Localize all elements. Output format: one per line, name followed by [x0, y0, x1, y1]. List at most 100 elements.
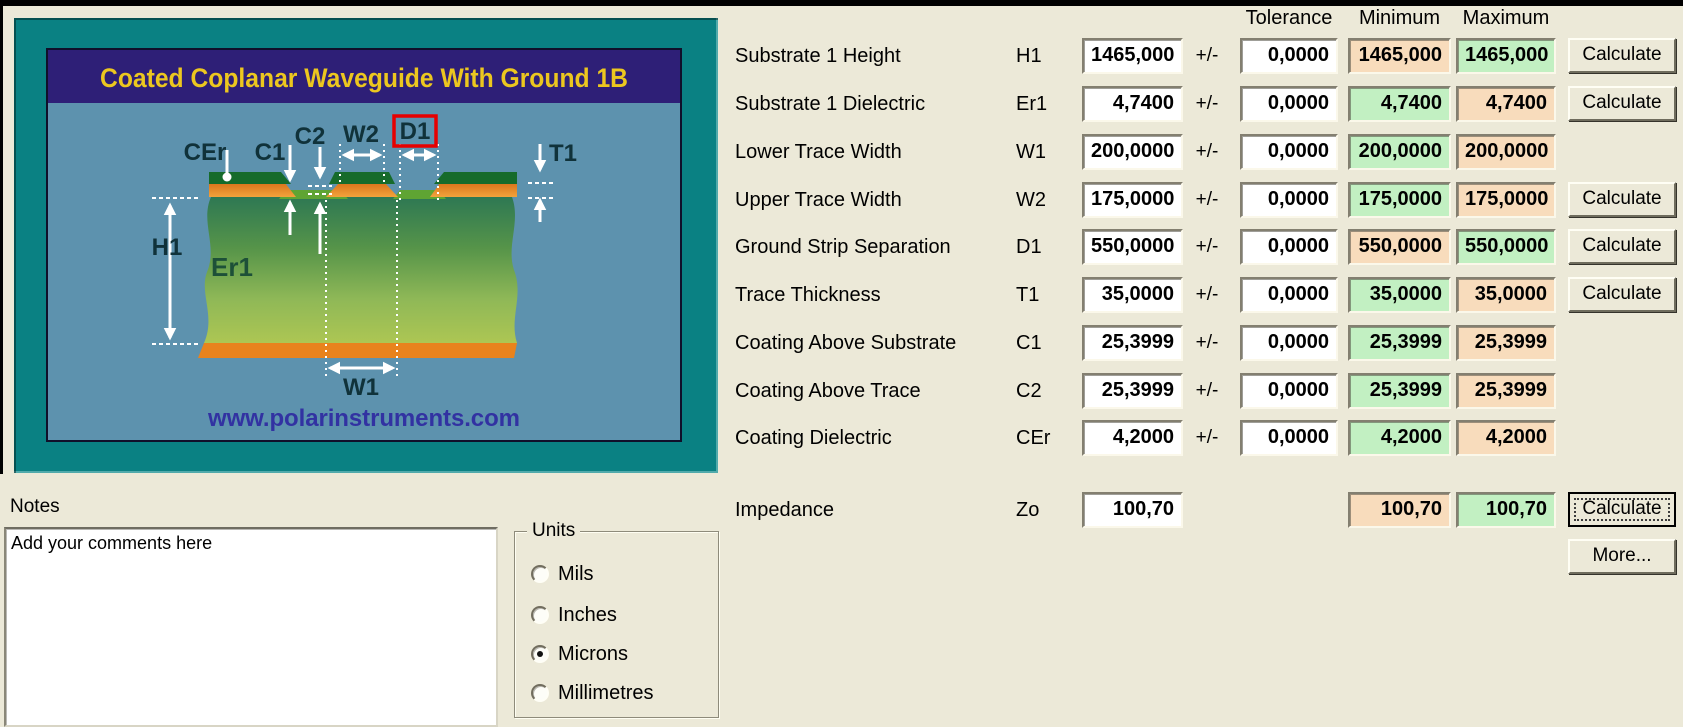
maximum-field[interactable]: 4,2000: [1456, 420, 1556, 456]
plus-minus-label: +/-: [1186, 38, 1228, 74]
plus-minus-label: +/-: [1186, 420, 1228, 456]
unit-option-label: Microns: [558, 643, 628, 665]
notes-label: Notes: [10, 496, 60, 518]
minimum-column-header: Minimum: [1348, 7, 1451, 30]
parameter-value-field[interactable]: 25,3999: [1082, 325, 1183, 361]
maximum-field[interactable]: 550,0000: [1456, 229, 1556, 265]
calculate-button[interactable]: Calculate: [1568, 182, 1676, 217]
parameter-label: Ground Strip Separation: [735, 229, 1010, 265]
parameter-value-field[interactable]: 25,3999: [1082, 373, 1183, 409]
cer-pointer-dot: [223, 173, 232, 182]
plus-minus-label: +/-: [1186, 229, 1228, 265]
parameter-value-field[interactable]: 175,0000: [1082, 182, 1183, 218]
minimum-field[interactable]: 25,3999: [1348, 325, 1451, 361]
tolerance-field[interactable]: 0,0000: [1240, 229, 1338, 265]
parameter-value-field[interactable]: 4,2000: [1082, 420, 1183, 456]
impedance-calculate-button[interactable]: Calculate: [1568, 492, 1676, 527]
impedance-label: Impedance: [735, 492, 1010, 528]
notes-textarea[interactable]: Add your comments here: [4, 527, 498, 727]
more-button[interactable]: More...: [1568, 539, 1676, 574]
parameter-value-field[interactable]: 550,0000: [1082, 229, 1183, 265]
units-caption: Units: [527, 520, 580, 542]
parameter-value-field[interactable]: 1465,000: [1082, 38, 1183, 74]
minimum-field[interactable]: 175,0000: [1348, 182, 1451, 218]
radio-icon[interactable]: [531, 684, 549, 702]
plus-minus-label: +/-: [1186, 373, 1228, 409]
impedance-symbol: Zo: [1016, 492, 1071, 528]
impedance-maximum-field[interactable]: 100,70: [1456, 492, 1556, 528]
parameter-symbol: W1: [1016, 134, 1071, 170]
parameter-row-er1: Substrate 1 DielectricEr14,7400+/-0,0000…: [0, 86, 1683, 122]
calculate-button[interactable]: Calculate: [1568, 277, 1676, 312]
parameter-symbol: T1: [1016, 277, 1071, 313]
parameter-symbol: Er1: [1016, 86, 1071, 122]
parameter-symbol: D1: [1016, 229, 1071, 265]
maximum-field[interactable]: 35,0000: [1456, 277, 1556, 313]
minimum-field[interactable]: 4,2000: [1348, 420, 1451, 456]
plus-minus-label: +/-: [1186, 277, 1228, 313]
plus-minus-label: +/-: [1186, 325, 1228, 361]
parameter-row-w2: Upper Trace WidthW2175,0000+/-0,0000175,…: [0, 182, 1683, 218]
minimum-field[interactable]: 1465,000: [1348, 38, 1451, 74]
parameter-symbol: C2: [1016, 373, 1071, 409]
radio-icon[interactable]: [531, 565, 549, 583]
unit-option-label: Mils: [558, 563, 594, 585]
impedance-minimum-field[interactable]: 100,70: [1348, 492, 1451, 528]
units-groupbox: Units MilsInchesMicronsMillimetres: [514, 531, 719, 718]
parameter-symbol: CEr: [1016, 420, 1071, 456]
maximum-field[interactable]: 1465,000: [1456, 38, 1556, 74]
tolerance-field[interactable]: 0,0000: [1240, 277, 1338, 313]
maximum-field[interactable]: 25,3999: [1456, 325, 1556, 361]
minimum-field[interactable]: 4,7400: [1348, 86, 1451, 122]
tolerance-field[interactable]: 0,0000: [1240, 38, 1338, 74]
parameter-label: Lower Trace Width: [735, 134, 1010, 170]
parameter-label: Upper Trace Width: [735, 182, 1010, 218]
tolerance-field[interactable]: 0,0000: [1240, 420, 1338, 456]
minimum-field[interactable]: 25,3999: [1348, 373, 1451, 409]
tolerance-field[interactable]: 0,0000: [1240, 134, 1338, 170]
parameter-label: Coating Above Substrate: [735, 325, 1010, 361]
plus-minus-label: +/-: [1186, 182, 1228, 218]
radio-selected-icon[interactable]: [531, 645, 549, 663]
plus-minus-label: +/-: [1186, 86, 1228, 122]
parameter-row-c2: Coating Above TraceC225,3999+/-0,000025,…: [0, 373, 1683, 409]
maximum-field[interactable]: 200,0000: [1456, 134, 1556, 170]
parameter-row-c1: Coating Above SubstrateC125,3999+/-0,000…: [0, 325, 1683, 361]
parameter-value-field[interactable]: 200,0000: [1082, 134, 1183, 170]
maximum-field[interactable]: 175,0000: [1456, 182, 1556, 218]
calculate-button[interactable]: Calculate: [1568, 38, 1676, 73]
impedance-value-field[interactable]: 100,70: [1082, 492, 1183, 528]
maximum-field[interactable]: 4,7400: [1456, 86, 1556, 122]
calculate-button[interactable]: Calculate: [1568, 86, 1676, 121]
parameter-row-cer: Coating DielectricCEr4,2000+/-0,00004,20…: [0, 420, 1683, 456]
parameter-value-field[interactable]: 35,0000: [1082, 277, 1183, 313]
tolerance-field[interactable]: 0,0000: [1240, 86, 1338, 122]
plus-minus-label: +/-: [1186, 134, 1228, 170]
impedance-calculator-window: { "diagram": { "title": "Coated Coplanar…: [0, 0, 1683, 727]
minimum-field[interactable]: 200,0000: [1348, 134, 1451, 170]
maximum-field[interactable]: 25,3999: [1456, 373, 1556, 409]
unit-option-label: Inches: [558, 604, 617, 626]
tolerance-column-header: Tolerance: [1240, 7, 1338, 30]
minimum-field[interactable]: 550,0000: [1348, 229, 1451, 265]
maximum-column-header: Maximum: [1456, 7, 1556, 30]
calculate-button[interactable]: Calculate: [1568, 229, 1676, 264]
tolerance-field[interactable]: 0,0000: [1240, 373, 1338, 409]
parameter-row-d1: Ground Strip SeparationD1550,0000+/-0,00…: [0, 229, 1683, 265]
parameter-label: Substrate 1 Height: [735, 38, 1010, 74]
parameter-label: Trace Thickness: [735, 277, 1010, 313]
parameter-symbol: C1: [1016, 325, 1071, 361]
radio-icon[interactable]: [531, 606, 549, 624]
tolerance-field[interactable]: 0,0000: [1240, 325, 1338, 361]
parameter-value-field[interactable]: 4,7400: [1082, 86, 1183, 122]
parameter-label: Coating Dielectric: [735, 420, 1010, 456]
parameter-row-w1: Lower Trace WidthW1200,0000+/-0,0000200,…: [0, 134, 1683, 170]
parameter-label: Coating Above Trace: [735, 373, 1010, 409]
window-top-border: [0, 0, 1683, 6]
tolerance-field[interactable]: 0,0000: [1240, 182, 1338, 218]
parameter-row-h1: Substrate 1 HeightH11465,000+/-0,0000146…: [0, 38, 1683, 74]
minimum-field[interactable]: 35,0000: [1348, 277, 1451, 313]
parameter-label: Substrate 1 Dielectric: [735, 86, 1010, 122]
parameter-symbol: H1: [1016, 38, 1071, 74]
parameter-row-t1: Trace ThicknessT135,0000+/-0,000035,0000…: [0, 277, 1683, 313]
